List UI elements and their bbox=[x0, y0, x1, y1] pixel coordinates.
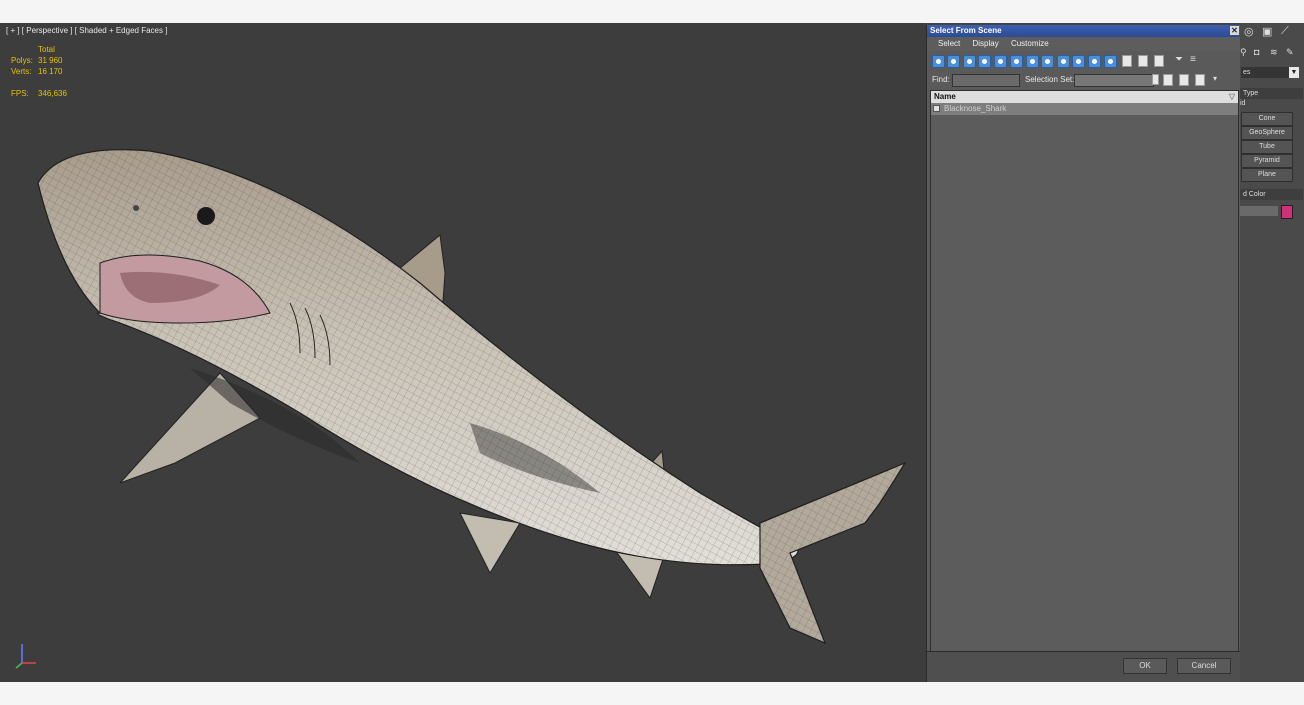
select-all-icon[interactable] bbox=[1122, 55, 1132, 67]
edit-selection-set-icon[interactable] bbox=[1195, 74, 1205, 86]
remove-selection-set-icon[interactable] bbox=[1179, 74, 1189, 86]
display-geometry-icon[interactable] bbox=[932, 55, 945, 68]
category-dropdown[interactable]: es ▼ bbox=[1241, 67, 1299, 78]
chevron-down-icon[interactable]: ▾ bbox=[1213, 74, 1217, 83]
select-from-scene-dialog: Select From Scene ✕ Select Display Custo… bbox=[926, 25, 1241, 682]
scene-object-list[interactable]: Name ▽ Blacknose_Shark bbox=[930, 90, 1239, 653]
motion-tab-icon[interactable]: ◎ bbox=[1244, 25, 1254, 38]
display-spacewarps-icon[interactable] bbox=[1010, 55, 1023, 68]
dialog-footer: OK Cancel bbox=[927, 651, 1240, 682]
display-containers-icon[interactable] bbox=[1072, 55, 1085, 68]
menu-customize[interactable]: Customize bbox=[1011, 39, 1049, 48]
find-label: Find: bbox=[932, 75, 950, 84]
display-shapes-icon[interactable] bbox=[947, 55, 960, 68]
display-hidden-icon[interactable] bbox=[1104, 55, 1117, 68]
display-lights-icon[interactable] bbox=[963, 55, 976, 68]
find-input[interactable] bbox=[952, 74, 1020, 87]
column-name-label: Name bbox=[934, 92, 956, 101]
app-window: [ + ] [ Perspective ] [ Shaded + Edged F… bbox=[0, 23, 1304, 682]
wave-icon[interactable]: ≋ bbox=[1270, 47, 1278, 58]
cone-button[interactable]: Cone bbox=[1241, 112, 1293, 126]
column-header-name[interactable]: Name ▽ bbox=[931, 91, 1238, 103]
axis-gizmo-icon bbox=[15, 644, 36, 669]
spacewarps-icon[interactable]: ⚲ bbox=[1240, 47, 1247, 58]
object-type-rollout[interactable]: Type bbox=[1240, 88, 1303, 99]
systems-icon[interactable]: ◘ bbox=[1254, 47, 1259, 57]
tube-button[interactable]: Tube bbox=[1241, 140, 1293, 154]
list-item-name: Blacknose_Shark bbox=[944, 104, 1007, 113]
sort-icon[interactable]: ▽ bbox=[1229, 91, 1235, 103]
filter-icon[interactable]: ⏷ bbox=[1175, 54, 1183, 65]
name-color-rollout[interactable]: d Color bbox=[1240, 189, 1303, 200]
selection-set-dropdown[interactable] bbox=[1074, 74, 1154, 87]
plane-button[interactable]: Plane bbox=[1241, 168, 1293, 182]
pyramid-button[interactable]: Pyramid bbox=[1241, 154, 1293, 168]
object-color-swatch[interactable] bbox=[1281, 205, 1293, 219]
create-selection-set-icon[interactable] bbox=[1163, 74, 1173, 86]
display-cameras-icon[interactable] bbox=[978, 55, 991, 68]
dialog-title: Select From Scene bbox=[930, 26, 1002, 35]
display-xrefs-icon[interactable] bbox=[1041, 55, 1054, 68]
tools-icon[interactable]: ✎ bbox=[1286, 47, 1294, 58]
hierarchy-icon[interactable]: ≡ bbox=[1190, 54, 1196, 65]
chevron-down-icon: ▼ bbox=[1289, 67, 1299, 78]
find-row: Find: Selection Set: ▾ bbox=[930, 73, 1236, 87]
category-value: es bbox=[1243, 69, 1251, 76]
display-frozen-icon[interactable] bbox=[1088, 55, 1101, 68]
perspective-viewport[interactable]: [ + ] [ Perspective ] [ Shaded + Edged F… bbox=[0, 23, 926, 682]
geosphere-button[interactable]: GeoSphere bbox=[1241, 126, 1293, 140]
select-invert-icon[interactable] bbox=[1154, 55, 1164, 67]
shark-eye bbox=[197, 207, 215, 225]
object-name-field[interactable] bbox=[1240, 206, 1278, 216]
ok-button[interactable]: OK bbox=[1123, 658, 1167, 674]
command-panel: ◎ ▣ ⟋ ⚲ ◘ ≋ ✎ es ▼ Type id Cone GeoSpher… bbox=[1240, 23, 1304, 682]
display-tab-icon[interactable]: ▣ bbox=[1262, 25, 1272, 38]
object-type-header: Type bbox=[1243, 90, 1259, 97]
pelvic-fin bbox=[459, 512, 521, 575]
dialog-title-bar[interactable]: Select From Scene ✕ bbox=[927, 25, 1240, 37]
object-icon bbox=[933, 105, 940, 112]
list-item[interactable]: Blacknose_Shark bbox=[931, 103, 1238, 115]
dialog-menubar: Select Display Customize bbox=[927, 37, 1240, 51]
utilities-tab-icon[interactable]: ⟋ bbox=[1281, 25, 1289, 38]
menu-display[interactable]: Display bbox=[972, 39, 998, 48]
autogrid-partial-label: id bbox=[1240, 100, 1246, 107]
menu-select[interactable]: Select bbox=[938, 39, 960, 48]
display-bones-icon[interactable] bbox=[1057, 55, 1070, 68]
selection-set-label: Selection Set: bbox=[1025, 75, 1075, 84]
display-helpers-icon[interactable] bbox=[994, 55, 1007, 68]
select-none-icon[interactable] bbox=[1138, 55, 1148, 67]
close-icon[interactable]: ✕ bbox=[1230, 26, 1239, 35]
display-groups-icon[interactable] bbox=[1026, 55, 1039, 68]
cancel-button[interactable]: Cancel bbox=[1177, 658, 1231, 674]
selection-set-arrow-icon[interactable] bbox=[1152, 74, 1159, 85]
name-color-header: d Color bbox=[1243, 191, 1266, 198]
shark-model[interactable] bbox=[0, 23, 926, 682]
